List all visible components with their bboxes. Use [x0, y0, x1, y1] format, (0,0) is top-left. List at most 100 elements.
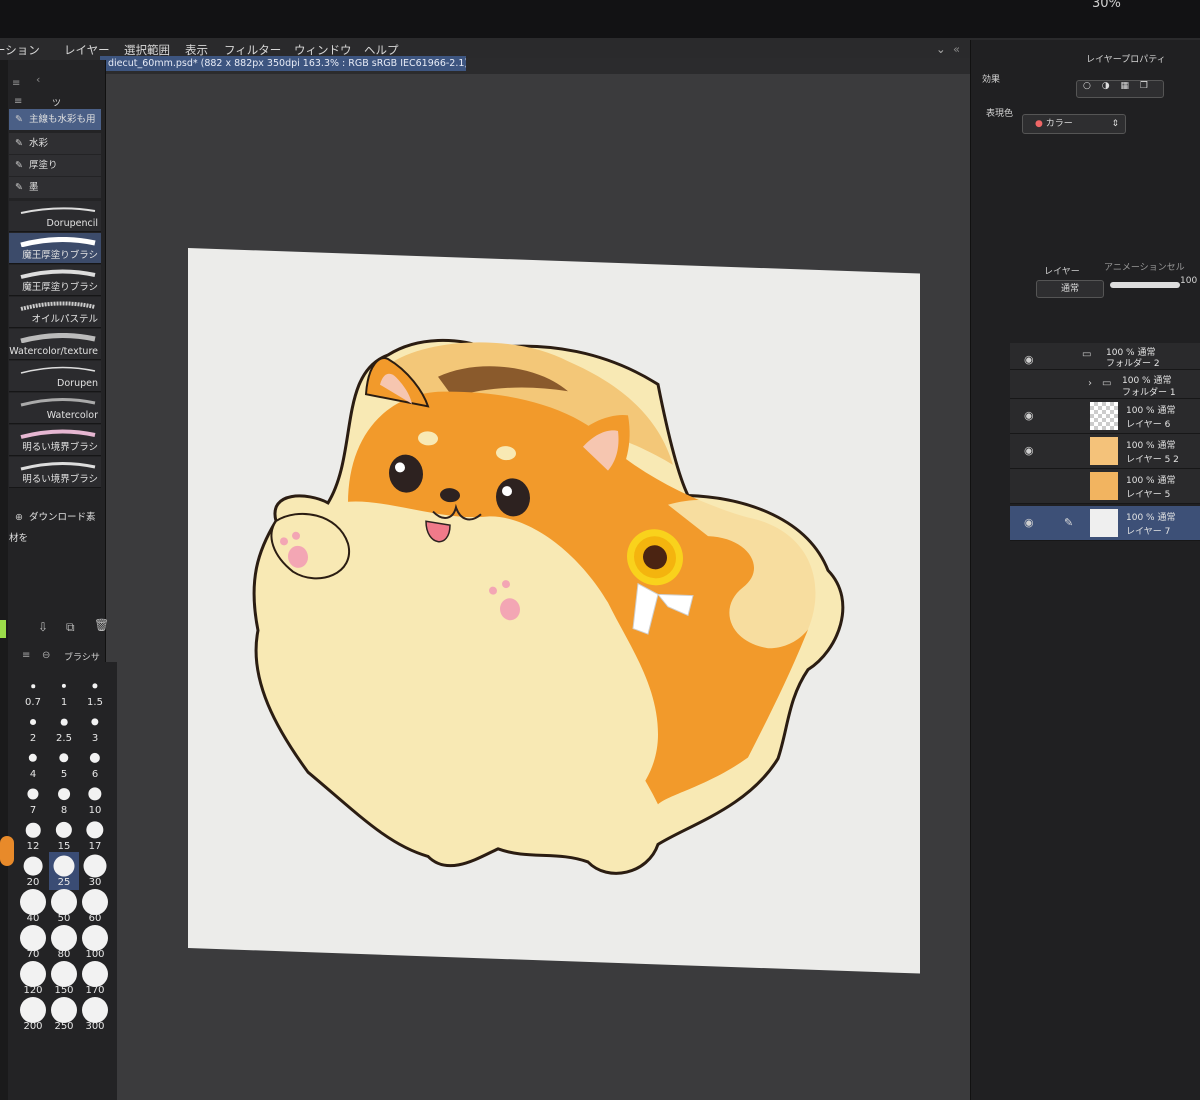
eye-icon[interactable]: ◉: [1024, 444, 1034, 457]
layer-property-tab[interactable]: レイヤープロパティ: [1086, 52, 1166, 65]
canvas[interactable]: [188, 248, 920, 974]
menu-icon[interactable]: ≡: [12, 78, 20, 89]
menu-animation[interactable]: ーション: [0, 42, 40, 58]
brush-size-30[interactable]: 30: [80, 852, 110, 890]
brush-size-2-5[interactable]: 2.5: [49, 708, 79, 746]
brush-size-300[interactable]: 300: [80, 996, 110, 1034]
brush-size-250[interactable]: 250: [49, 996, 79, 1034]
brush-size-label: 1.5: [87, 697, 103, 708]
duplicate-icon[interactable]: ⧉: [66, 620, 75, 635]
brush-dorupencil[interactable]: Dorupencil: [9, 201, 101, 232]
chevron-updown-icon: ⇕: [1111, 119, 1119, 129]
shiba-illustration: [252, 338, 845, 875]
brush-mao-impasto-1[interactable]: 魔王厚塗りブラシ: [9, 233, 101, 264]
brush-size-10[interactable]: 10: [80, 780, 110, 818]
brush-size-200[interactable]: 200: [18, 996, 48, 1034]
import-icon[interactable]: ⇩: [38, 620, 48, 634]
trash-icon[interactable]: 🗑: [94, 618, 109, 632]
collapse-icon[interactable]: «: [953, 42, 960, 56]
document-tab[interactable]: diecut_60mm.psd* (882 x 882px 350dpi 163…: [100, 56, 466, 71]
brush-size-dot: [20, 889, 46, 915]
brush-size-20[interactable]: 20: [18, 852, 48, 890]
effect-buttons[interactable]: ○ ◑ ▦ ❐: [1076, 80, 1164, 98]
subtool-group-watercolor[interactable]: ✎ 水彩: [9, 133, 101, 154]
brush-mao-impasto-2[interactable]: 魔王厚塗りブラシ: [9, 265, 101, 296]
brush-icon: ✎: [15, 160, 23, 171]
hamburger-icon[interactable]: ≡: [22, 650, 30, 661]
brush-dorupen[interactable]: Dorupen: [9, 361, 101, 392]
brush-size-label: 6: [91, 769, 99, 780]
screen: 30% ーション レイヤー 選択範囲 表示 フィルター ウィンドウ ヘルプ ⌄ …: [0, 0, 1200, 1100]
brush-size-70[interactable]: 70: [18, 924, 48, 962]
half-circle-icon: ◑: [1101, 81, 1110, 91]
brush-size-tab[interactable]: ブラシサ: [64, 650, 100, 663]
brush-size-3[interactable]: 3: [80, 708, 110, 746]
brush-size-40[interactable]: 40: [18, 888, 48, 926]
brush-size-0-7[interactable]: 0.7: [18, 672, 48, 710]
opacity-slider[interactable]: [1110, 282, 1180, 288]
eye-icon[interactable]: ◉: [1024, 409, 1034, 422]
brush-size-120[interactable]: 120: [18, 960, 48, 998]
brush-size-7[interactable]: 7: [18, 780, 48, 818]
brush-size-5[interactable]: 5: [49, 744, 79, 782]
layer-row-layer-5-2[interactable]: ◉ 100 % 通常 レイヤー 5 2: [1010, 434, 1200, 469]
layer-row-layer-6[interactable]: ◉ 100 % 通常 レイヤー 6: [1010, 399, 1200, 434]
chevron-left-icon[interactable]: ‹: [36, 73, 40, 86]
brush-size-label: 50: [57, 913, 71, 924]
brush-size-50[interactable]: 50: [49, 888, 79, 926]
expression-color-select[interactable]: ● カラー ⇕: [1022, 114, 1126, 134]
brush-size-dot: [88, 787, 102, 801]
brush-watercolor[interactable]: Watercolor: [9, 393, 101, 424]
animation-cel-tab[interactable]: アニメーションセル: [1104, 260, 1185, 273]
color-indicator: [0, 620, 6, 638]
brush-size-1[interactable]: 1: [49, 672, 79, 710]
download-material-button[interactable]: ⊕ ダウンロード素材を: [9, 507, 101, 544]
layers-tab[interactable]: レイヤー: [1044, 264, 1080, 277]
brush-size-8[interactable]: 8: [49, 780, 79, 818]
brush-size-12[interactable]: 12: [18, 816, 48, 854]
blend-mode-select[interactable]: 通常: [1036, 280, 1104, 298]
layer-row-layer-5[interactable]: 100 % 通常 レイヤー 5: [1010, 469, 1200, 504]
brush-size-label: 15: [57, 841, 71, 852]
brush-size-label: 20: [26, 877, 40, 888]
subtool-tab[interactable]: ツ: [52, 96, 61, 109]
hamburger-icon[interactable]: ≡: [14, 96, 22, 107]
chevron-down-icon[interactable]: ⌄: [936, 42, 946, 56]
brush-size-label: 4: [29, 769, 37, 780]
brush-size-label: 170: [85, 985, 105, 996]
brush-size-60[interactable]: 60: [80, 888, 110, 926]
subtool-group-ink[interactable]: ✎ 墨: [9, 177, 101, 198]
brush-size-25[interactable]: 25: [49, 852, 79, 890]
brush-size-label: 300: [85, 1021, 105, 1032]
brush-oil-pastel[interactable]: オイルパステル: [9, 297, 101, 328]
brush-size-100[interactable]: 100: [80, 924, 110, 962]
brush-size-label: 2.5: [56, 733, 72, 744]
brush-size-dot: [20, 961, 46, 987]
brush-bright-edge-2[interactable]: 明るい境界ブラシ: [9, 457, 101, 488]
brush-size-1-5[interactable]: 1.5: [80, 672, 110, 710]
brush-size-80[interactable]: 80: [49, 924, 79, 962]
layer-row-layer-7[interactable]: ◉ ✎ 100 % 通常 レイヤー 7: [1010, 506, 1200, 541]
brush-watercolor-texture[interactable]: Watercolor/texture: [9, 329, 101, 360]
brush-size-6[interactable]: 6: [80, 744, 110, 782]
brush-size-150[interactable]: 150: [49, 960, 79, 998]
layer-row-folder-2[interactable]: ◉ 100 % 通常 フォルダー 2 ▭: [1010, 343, 1200, 370]
brush-size-4[interactable]: 4: [18, 744, 48, 782]
main-color-swatch[interactable]: [0, 836, 14, 866]
eye-icon[interactable]: ◉: [1024, 516, 1034, 529]
brush-size-dot: [25, 822, 41, 838]
brush-size-2[interactable]: 2: [18, 708, 48, 746]
brush-size-label: 70: [26, 949, 40, 960]
layer-thumbnail: [1090, 402, 1118, 430]
brush-size-15[interactable]: 15: [49, 816, 79, 854]
eye-icon[interactable]: ◉: [1024, 353, 1034, 366]
layer-row-folder-1[interactable]: › ▭ 100 % 通常 フォルダー 1: [1010, 370, 1200, 399]
chevron-right-icon[interactable]: ›: [1088, 378, 1092, 389]
brush-bright-edge-1[interactable]: 明るい境界ブラシ: [9, 425, 101, 456]
brush-size-170[interactable]: 170: [80, 960, 110, 998]
brush-size-17[interactable]: 17: [80, 816, 110, 854]
subtool-group-main[interactable]: ✎ 主線も水彩も用: [9, 109, 101, 130]
subtool-group-impasto[interactable]: ✎ 厚塗り: [9, 155, 101, 176]
brush-size-dot: [55, 821, 73, 839]
layer-thumbnail: [1090, 472, 1118, 500]
